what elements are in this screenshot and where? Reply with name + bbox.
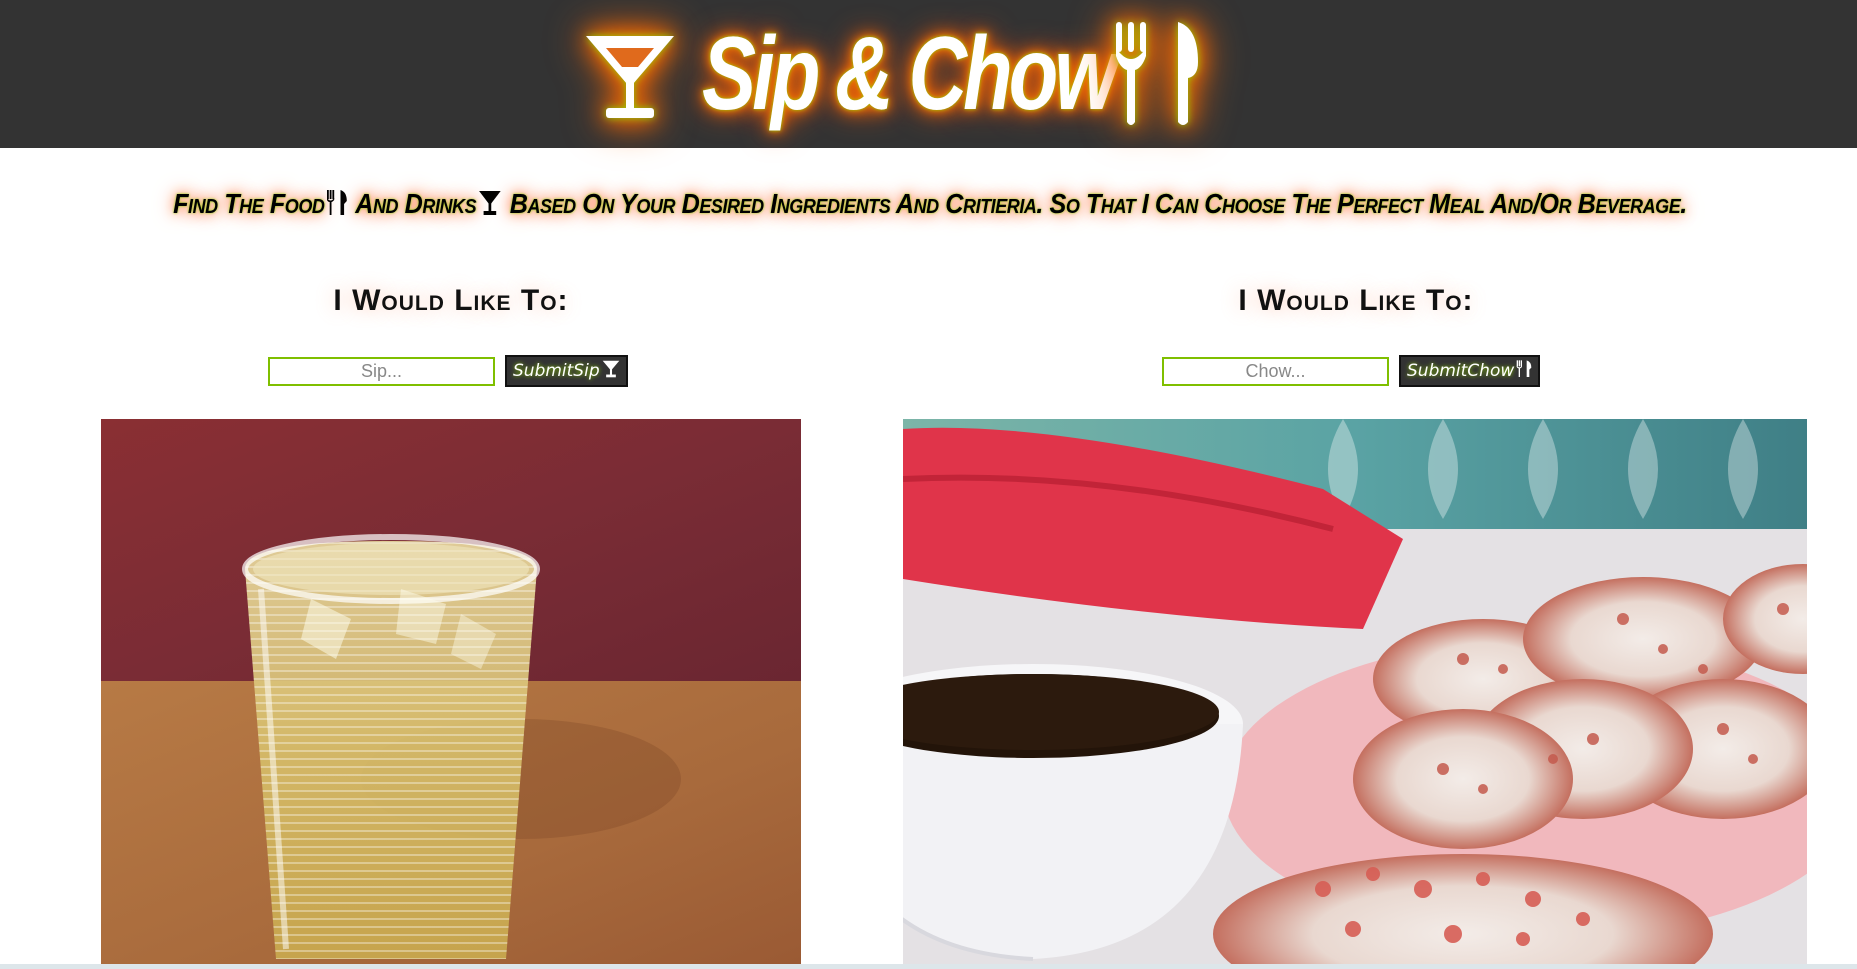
submit-sip-button[interactable]: SubmitSip bbox=[505, 355, 628, 387]
fork-knife-icon bbox=[1516, 359, 1532, 384]
tagline-part-food: Find The Food bbox=[173, 188, 325, 220]
submit-sip-label: SubmitSip bbox=[513, 361, 600, 381]
chow-heading: I Would Like To: bbox=[1238, 284, 1474, 317]
brand-logo[interactable]: Sip & Chow bbox=[580, 16, 1204, 132]
chow-search-input[interactable] bbox=[1162, 356, 1389, 386]
submit-chow-label: SubmitChow bbox=[1407, 361, 1515, 381]
site-header: Sip & Chow bbox=[0, 0, 1857, 148]
cocktail-glass-icon bbox=[602, 359, 620, 384]
fork-knife-icon bbox=[326, 189, 348, 224]
chow-food-image bbox=[903, 419, 1807, 966]
site-title: Sip & Chow bbox=[702, 15, 1118, 132]
chow-search-row: SubmitChow bbox=[1162, 355, 1541, 387]
submit-chow-button[interactable]: SubmitChow bbox=[1399, 355, 1541, 387]
cocktail-glass-icon bbox=[478, 189, 501, 224]
tagline-part-description: Based On Your Desired Ingredients And Cr… bbox=[509, 188, 1688, 220]
cocktail-glass-icon bbox=[580, 24, 680, 124]
tagline: Find The Food And Drinks Based On Your D… bbox=[100, 178, 1760, 234]
horizontal-scrollbar[interactable] bbox=[0, 964, 1857, 969]
tagline-part-drinks: And Drinks bbox=[355, 188, 477, 220]
sip-drink-image bbox=[101, 419, 801, 966]
sip-search-input[interactable] bbox=[268, 356, 495, 386]
sip-heading: I Would Like To: bbox=[333, 284, 569, 317]
fork-knife-icon bbox=[1112, 18, 1204, 130]
sip-search-row: SubmitSip bbox=[268, 355, 628, 387]
